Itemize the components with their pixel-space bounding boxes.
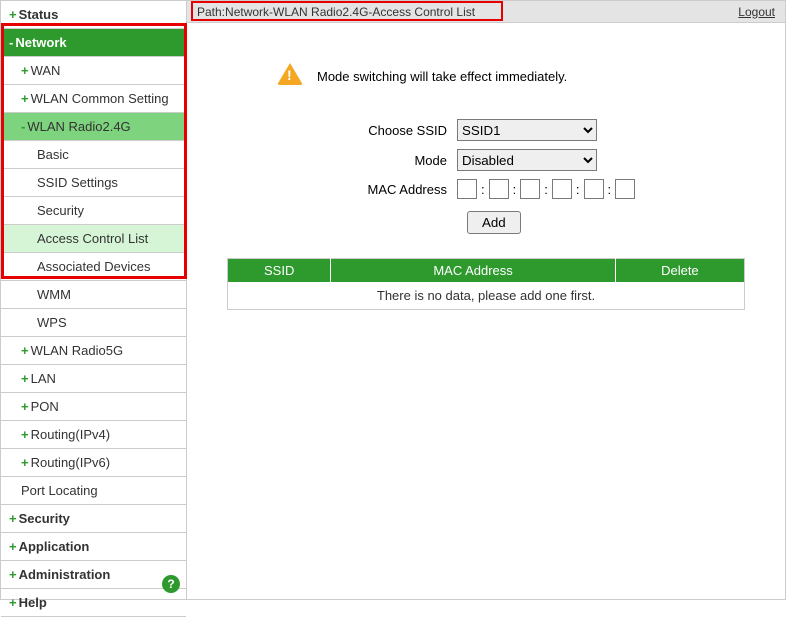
nav-label: WPS — [37, 315, 67, 330]
nav-acl[interactable]: Access Control List — [1, 225, 186, 253]
expand-icon: + — [9, 539, 17, 554]
col-ssid: SSID — [228, 259, 331, 283]
nav-security-top[interactable]: +Security — [1, 505, 186, 533]
nav-application[interactable]: +Application — [1, 533, 186, 561]
nav-routing-ipv4[interactable]: +Routing(IPv4) — [1, 421, 186, 449]
nav-label: PON — [31, 399, 59, 414]
path-prefix: Path: — [197, 5, 225, 19]
nav-wlan-5g[interactable]: +WLAN Radio5G — [1, 337, 186, 365]
expand-icon: + — [21, 343, 29, 358]
acl-table: SSID MAC Address Delete There is no data… — [227, 258, 745, 310]
expand-icon: + — [21, 455, 29, 470]
path-value: Network-WLAN Radio2.4G-Access Control Li… — [225, 5, 475, 19]
mac-sep: : — [576, 182, 580, 197]
mac-octet-3[interactable] — [520, 179, 540, 199]
nav-associated-devices[interactable]: Associated Devices — [1, 253, 186, 281]
expand-icon: + — [21, 91, 29, 106]
ssid-label: Choose SSID — [277, 123, 457, 138]
expand-icon: + — [9, 7, 17, 22]
nav-wps[interactable]: WPS — [1, 309, 186, 337]
nav-label: Routing(IPv4) — [31, 427, 110, 442]
add-button[interactable]: Add — [467, 211, 521, 234]
nav-wmm[interactable]: WMM — [1, 281, 186, 309]
nav-label: Associated Devices — [37, 259, 150, 274]
nav-label: WAN — [31, 63, 61, 78]
nav-label: WLAN Radio2.4G — [27, 119, 130, 134]
expand-icon: + — [21, 371, 29, 386]
nav-security[interactable]: Security — [1, 197, 186, 225]
nav-wlan-24g[interactable]: -WLAN Radio2.4G — [1, 113, 186, 141]
nav-label: Port Locating — [21, 483, 98, 498]
mac-sep: : — [608, 182, 612, 197]
mac-octet-1[interactable] — [457, 179, 477, 199]
nav-label: Basic — [37, 147, 69, 162]
nav-label: Access Control List — [37, 231, 148, 246]
main-content: Path:Network-WLAN Radio2.4G-Access Contr… — [187, 1, 785, 599]
expand-icon: + — [9, 595, 17, 610]
mac-sep: : — [481, 182, 485, 197]
expand-icon: + — [21, 427, 29, 442]
nav-wlan-common[interactable]: +WLAN Common Setting — [1, 85, 186, 113]
sidebar: +Status -Network +WAN +WLAN Common Setti… — [1, 1, 187, 599]
empty-message: There is no data, please add one first. — [228, 282, 745, 310]
mac-label: MAC Address — [277, 182, 457, 197]
nav-wan[interactable]: +WAN — [1, 57, 186, 85]
nav-pon[interactable]: +PON — [1, 393, 186, 421]
mac-octet-5[interactable] — [584, 179, 604, 199]
logout-link[interactable]: Logout — [738, 5, 775, 19]
nav-label: WLAN Common Setting — [31, 91, 169, 106]
mac-octet-4[interactable] — [552, 179, 572, 199]
expand-icon: + — [21, 399, 29, 414]
mac-octet-2[interactable] — [489, 179, 509, 199]
nav-label: WMM — [37, 287, 71, 302]
nav-status[interactable]: +Status — [1, 1, 186, 29]
col-mac: MAC Address — [331, 259, 615, 283]
nav-lan[interactable]: +LAN — [1, 365, 186, 393]
nav-basic[interactable]: Basic — [1, 141, 186, 169]
nav-label: Application — [19, 539, 90, 554]
nav-help[interactable]: +Help — [1, 589, 186, 617]
nav-label: Security — [37, 203, 84, 218]
mac-sep: : — [544, 182, 548, 197]
help-icon[interactable]: ? — [162, 575, 180, 593]
nav-label: Help — [19, 595, 47, 610]
nav-administration[interactable]: +Administration — [1, 561, 186, 589]
topbar: Path:Network-WLAN Radio2.4G-Access Contr… — [187, 1, 785, 23]
mac-address-inputs: : : : : : — [457, 179, 635, 199]
nav-label: WLAN Radio5G — [31, 343, 123, 358]
nav-label: Routing(IPv6) — [31, 455, 110, 470]
content-area: ! Mode switching will take effect immedi… — [187, 23, 785, 330]
nav-routing-ipv6[interactable]: +Routing(IPv6) — [1, 449, 186, 477]
nav-label: Status — [19, 7, 59, 22]
expand-icon: + — [9, 511, 17, 526]
ssid-select[interactable]: SSID1 — [457, 119, 597, 141]
mode-label: Mode — [277, 153, 457, 168]
collapse-icon: - — [21, 119, 25, 134]
nav-port-locating[interactable]: Port Locating — [1, 477, 186, 505]
col-delete: Delete — [615, 259, 744, 283]
nav-label: SSID Settings — [37, 175, 118, 190]
nav-label: Network — [15, 35, 66, 50]
warning-icon: ! — [277, 63, 303, 89]
nav-label: Administration — [19, 567, 111, 582]
mac-sep: : — [513, 182, 517, 197]
nav-ssid-settings[interactable]: SSID Settings — [1, 169, 186, 197]
expand-icon: + — [21, 63, 29, 78]
alert-row: ! Mode switching will take effect immedi… — [277, 63, 745, 89]
alert-text: Mode switching will take effect immediat… — [317, 69, 567, 84]
mac-octet-6[interactable] — [615, 179, 635, 199]
expand-icon: + — [9, 567, 17, 582]
acl-form: Choose SSID SSID1 Mode Disabled MAC Addr… — [277, 119, 745, 234]
collapse-icon: - — [9, 35, 13, 50]
nav-network[interactable]: -Network — [1, 29, 186, 57]
breadcrumb: Path:Network-WLAN Radio2.4G-Access Contr… — [197, 5, 475, 19]
nav-label: Security — [19, 511, 70, 526]
nav-label: LAN — [31, 371, 56, 386]
mode-select[interactable]: Disabled — [457, 149, 597, 171]
